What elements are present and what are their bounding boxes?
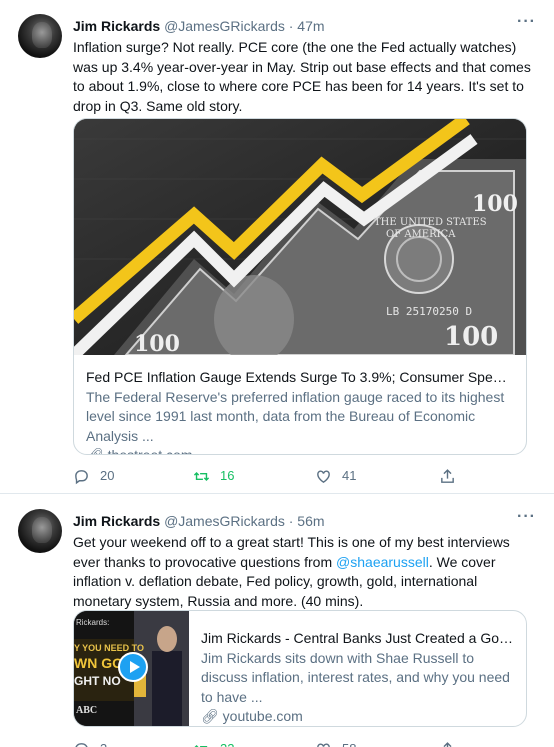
link-icon: 🔗︎ <box>201 708 219 724</box>
tweet-actions: 3 22 58 <box>73 739 533 747</box>
banknote-text: 100 <box>472 191 518 217</box>
banknote-serial: LB 25170250 D <box>386 305 472 318</box>
card-title[interactable]: Fed PCE Inflation Gauge Extends Surge To… <box>86 368 514 388</box>
card-domain: 🔗︎ thestreet.com <box>86 446 514 455</box>
video-thumbnail: Rickards: Y YOU NEED TO WN GO GHT NO ABC <box>74 611 189 726</box>
like-icon <box>317 742 330 747</box>
like-count: 58 <box>342 739 356 747</box>
tweet-text: Get your weekend off to a great start! T… <box>73 533 533 611</box>
retweet-button[interactable]: 22 <box>193 739 234 747</box>
banknote-text: OF AMERICA <box>386 229 456 240</box>
retweet-count: 16 <box>220 468 235 483</box>
avatar-face <box>32 517 52 543</box>
reply-count: 20 <box>100 468 115 483</box>
reply-button[interactable]: 3 <box>73 739 107 747</box>
author-handle-time[interactable]: @JamesGRickards · 47m <box>164 18 324 34</box>
card-description: The Federal Reserve's preferred inflatio… <box>86 388 505 444</box>
card-image: 100 THE UNITED STATES OF AMERICA LB 2517… <box>74 119 526 355</box>
card-domain-text: youtube.com <box>222 708 303 724</box>
reply-button[interactable]: 20 <box>73 466 114 486</box>
card-body: Jim Rickards - Central Banks Just Create… <box>201 629 514 726</box>
share-button[interactable] <box>439 739 466 747</box>
more-icon[interactable]: ··· <box>517 508 536 526</box>
thumb-text: WN GO <box>74 655 123 671</box>
reply-count: 3 <box>100 739 107 747</box>
link-card[interactable]: 100 THE UNITED STATES OF AMERICA LB 2517… <box>73 118 527 455</box>
card-body: Fed PCE Inflation Gauge Extends Surge To… <box>86 368 514 455</box>
card-domain: 🔗︎ youtube.com <box>201 707 514 726</box>
author-name[interactable]: Jim Rickards <box>73 513 160 529</box>
like-button[interactable]: 58 <box>315 739 356 747</box>
avatar-face <box>32 22 52 48</box>
tweet[interactable]: Jim Rickards @JamesGRickards · 47m ··· I… <box>0 0 554 494</box>
tweet-text: Inflation surge? Not really. PCE core (t… <box>73 39 531 114</box>
card-domain-text: thestreet.com <box>107 447 193 455</box>
share-icon <box>443 741 452 747</box>
tweet-actions: 20 16 41 <box>73 466 533 486</box>
avatar[interactable] <box>18 14 62 58</box>
thumb-text: Rickards: <box>76 618 109 627</box>
play-icon[interactable] <box>118 652 148 682</box>
link-icon: 🔗︎ <box>86 447 104 455</box>
reply-icon <box>75 742 88 747</box>
card-description: Jim Rickards sits down with Shae Russell… <box>201 649 510 705</box>
share-button[interactable] <box>439 466 466 486</box>
banknote-text: THE UNITED STATES <box>374 217 487 228</box>
tweet-header: Jim Rickards @JamesGRickards · 47m ··· <box>73 13 536 35</box>
thumb-text: ABC <box>76 705 97 716</box>
like-button[interactable]: 41 <box>315 466 356 486</box>
banknote-text: 100 <box>134 331 180 355</box>
author-handle-time[interactable]: @JamesGRickards · 56m <box>164 513 324 529</box>
tweet-header: Jim Rickards @JamesGRickards · 56m ··· <box>73 508 536 530</box>
retweet-button[interactable]: 16 <box>193 466 234 486</box>
banknote-text: 100 <box>444 322 498 352</box>
more-icon[interactable]: ··· <box>517 13 536 31</box>
retweet-icon <box>193 744 208 747</box>
like-icon <box>317 469 330 483</box>
like-count: 41 <box>342 468 357 483</box>
retweet-icon <box>193 471 210 481</box>
author-name[interactable]: Jim Rickards <box>73 18 160 34</box>
thumb-text: GHT NO <box>74 674 121 688</box>
card-title[interactable]: Jim Rickards - Central Banks Just Create… <box>201 629 514 649</box>
avatar[interactable] <box>18 509 62 553</box>
banknote-chart-image: 100 THE UNITED STATES OF AMERICA LB 2517… <box>74 119 526 355</box>
mention-link[interactable]: @shaearussell <box>336 554 429 570</box>
retweet-count: 22 <box>220 739 234 747</box>
video-card[interactable]: Rickards: Y YOU NEED TO WN GO GHT NO ABC… <box>73 610 527 727</box>
reply-icon <box>75 469 88 484</box>
tweet[interactable]: Jim Rickards @JamesGRickards · 56m ··· G… <box>0 495 554 747</box>
share-icon <box>441 468 454 483</box>
